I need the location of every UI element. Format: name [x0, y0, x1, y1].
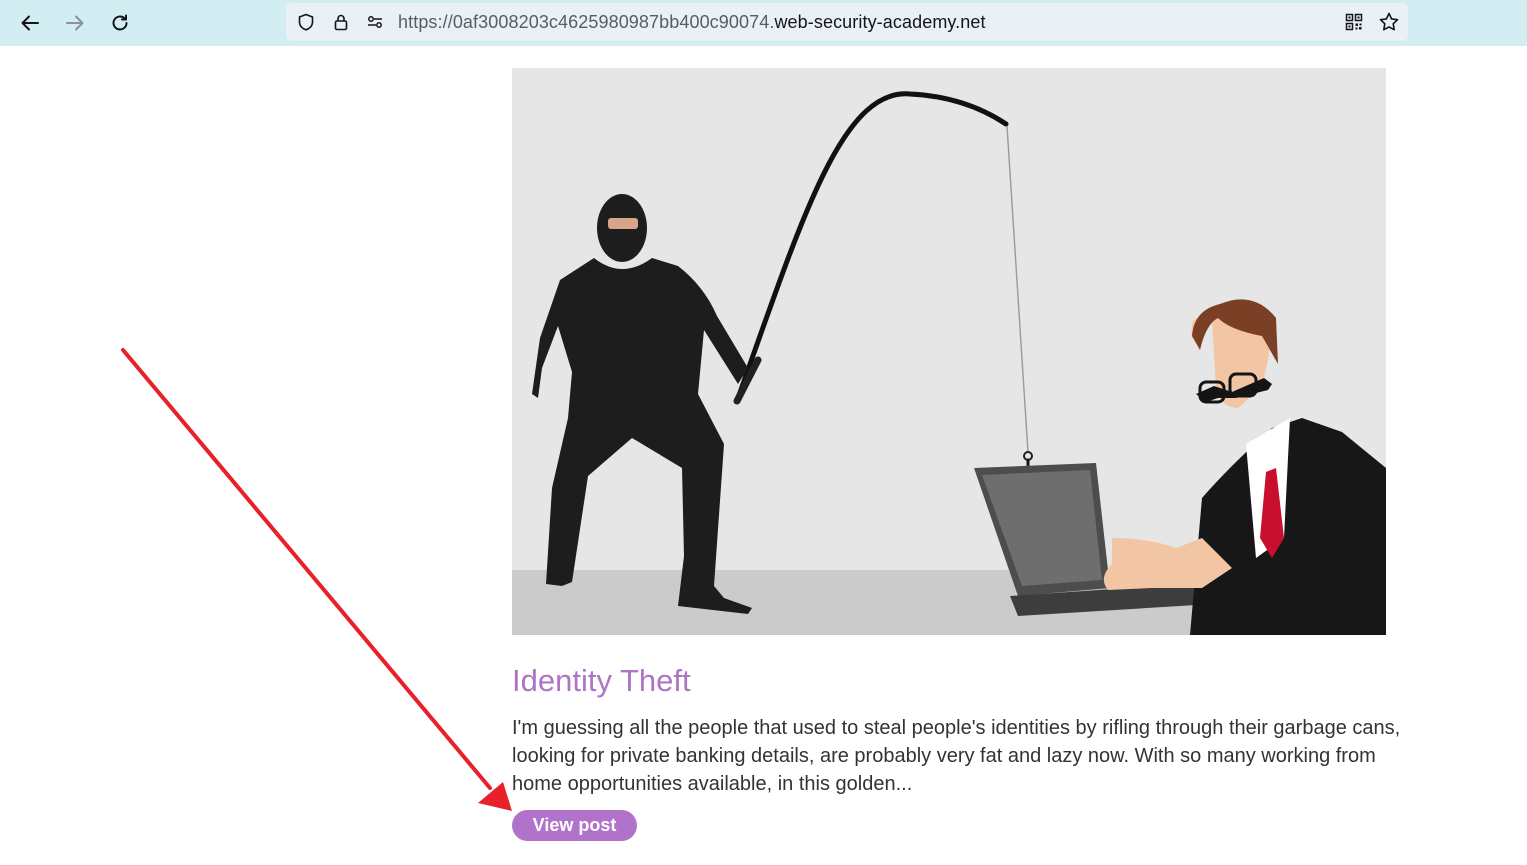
- post-title: Identity Theft: [512, 663, 691, 698]
- url-text[interactable]: https://0af3008203c4625980987bb400c90074…: [398, 12, 986, 33]
- shield-icon[interactable]: [295, 11, 317, 33]
- browser-toolbar: https://0af3008203c4625980987bb400c90074…: [0, 0, 1527, 46]
- permissions-icon[interactable]: [364, 11, 386, 33]
- view-post-button[interactable]: View post: [512, 810, 637, 841]
- reload-button[interactable]: [104, 7, 136, 39]
- reload-icon: [112, 14, 128, 31]
- bookmark-star-icon[interactable]: [1378, 11, 1400, 33]
- url-domain: web-security-academy.net: [774, 12, 986, 32]
- qr-code-icon[interactable]: [1343, 11, 1365, 33]
- forward-button[interactable]: [59, 7, 91, 39]
- url-prefix: https://0af3008203c4625980987bb400c90074…: [398, 12, 775, 32]
- lock-icon[interactable]: [330, 11, 352, 33]
- back-icon: [21, 15, 39, 31]
- post-excerpt: I'm guessing all the people that used to…: [512, 717, 1401, 795]
- address-bar[interactable]: https://0af3008203c4625980987bb400c90074…: [286, 3, 1408, 41]
- forward-icon: [66, 15, 84, 31]
- back-button[interactable]: [14, 7, 46, 39]
- post-image: [512, 68, 1386, 635]
